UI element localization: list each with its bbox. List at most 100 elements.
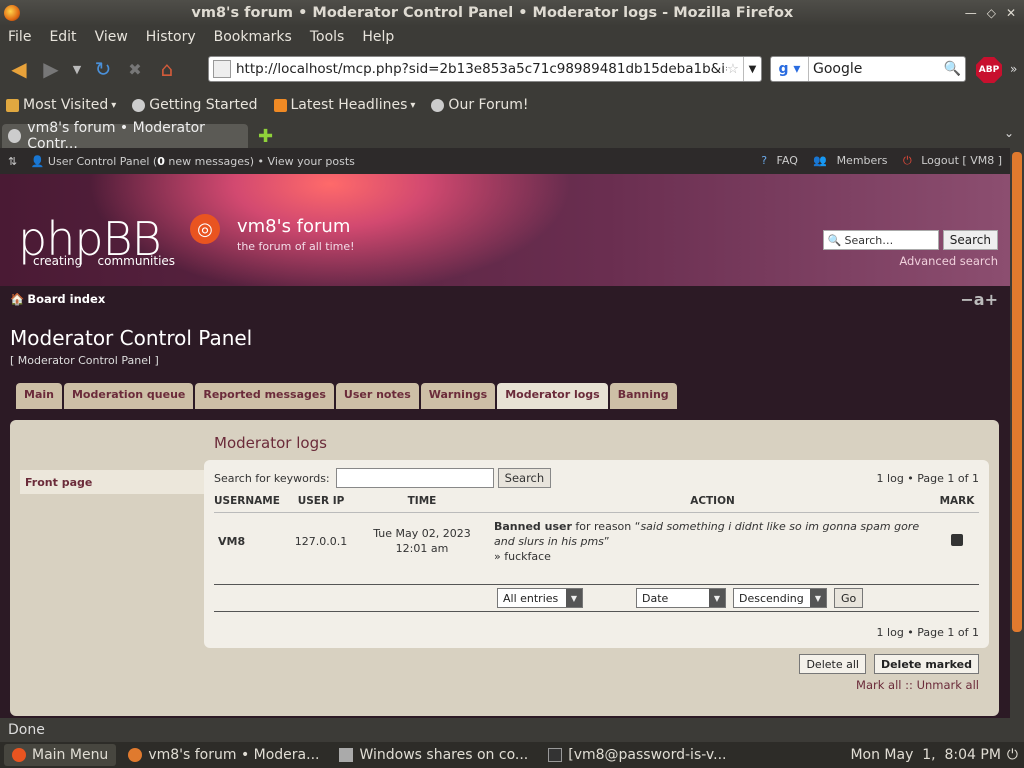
delete-marked-button[interactable]: Delete marked	[873, 654, 979, 674]
tab-reported-messages[interactable]: Reported messages	[195, 383, 334, 409]
url-dropdown-icon[interactable]: ▼	[743, 57, 761, 81]
bookmark-our-forum[interactable]: Our Forum!	[431, 97, 529, 113]
page-scrollbar[interactable]	[1010, 148, 1024, 718]
tab-favicon	[8, 129, 22, 143]
adblock-icon[interactable]: ABP	[976, 57, 1002, 83]
close-icon[interactable]: ✕	[1006, 6, 1016, 20]
main-menu-button[interactable]: Main Menu	[4, 744, 117, 766]
go-button[interactable]: Go	[834, 588, 864, 608]
site-identity-icon[interactable]	[213, 60, 231, 78]
members-icon: 👥	[813, 154, 828, 167]
menu-view[interactable]: View	[95, 29, 128, 45]
search-icon: 🔍	[827, 233, 842, 247]
mark-all-link[interactable]: Mark all	[856, 678, 901, 692]
terminal-icon	[548, 748, 563, 762]
col-mark: MARK	[935, 490, 979, 513]
menu-help[interactable]: Help	[362, 29, 394, 45]
minimize-icon[interactable]: —	[965, 6, 977, 20]
sort-key-select[interactable]: Date ▼	[636, 588, 726, 608]
clock[interactable]: Mon May 1, 8:04 PM	[850, 747, 1000, 763]
new-tab-icon[interactable]: ✚	[258, 126, 273, 147]
forum-search-button[interactable]: Search	[942, 230, 998, 250]
tab-warnings[interactable]: Warnings	[420, 383, 496, 409]
rss-icon	[273, 98, 287, 112]
tab-list-icon[interactable]: ⌄	[1004, 126, 1014, 140]
scrollbar-thumb[interactable]	[1012, 152, 1022, 632]
faq-link[interactable]: ? FAQ	[755, 154, 798, 167]
url-text[interactable]: http://localhost/mcp.php?sid=2b13e853a5c…	[236, 61, 727, 77]
home-icon[interactable]: ⌂	[154, 56, 180, 82]
power-icon[interactable]: ⏻	[1007, 747, 1018, 763]
col-username: USERNAME	[214, 490, 288, 513]
font-resize-icon[interactable]: −a+	[960, 290, 998, 309]
view-posts-link[interactable]: View your posts	[268, 155, 355, 168]
site-title: vm8's forum	[237, 216, 351, 237]
logo-tagline: creating communities	[33, 254, 176, 268]
chevron-down-icon: ▼	[810, 589, 826, 607]
page-subtitle[interactable]: [ Moderator Control Panel ]	[0, 352, 1010, 383]
log-username[interactable]: VM8	[214, 512, 288, 571]
bookmark-getting-started[interactable]: Getting Started	[132, 97, 258, 113]
tab-moderator-logs[interactable]: Moderator logs	[497, 383, 608, 409]
tab-main[interactable]: Main	[16, 383, 62, 409]
sort-dir-select[interactable]: Descending ▼	[733, 588, 827, 608]
task-windows-shares[interactable]: Windows shares on co...	[331, 744, 536, 766]
tab-banning[interactable]: Banning	[609, 383, 677, 409]
toolbar-overflow-icon[interactable]: »	[1010, 62, 1017, 76]
browser-search-bar[interactable]: g ▾ Google 🔍	[770, 56, 966, 82]
menu-bar: File Edit View History Bookmarks Tools H…	[0, 26, 1024, 48]
log-target: » fuckface	[494, 550, 551, 564]
task-firefox[interactable]: vm8's forum • Modera...	[120, 744, 327, 766]
ucp-link[interactable]: User Control Panel (0 new messages)	[48, 155, 254, 168]
keyword-search-button[interactable]: Search	[497, 468, 552, 488]
menu-edit[interactable]: Edit	[49, 29, 76, 45]
menu-history[interactable]: History	[146, 29, 196, 45]
back-icon[interactable]: ◀	[6, 56, 32, 82]
delete-all-button[interactable]: Delete all	[799, 654, 866, 674]
tab-user-notes[interactable]: User notes	[335, 383, 419, 409]
mark-links: Mark all :: Unmark all	[856, 678, 979, 692]
board-index-link[interactable]: Board index	[27, 292, 105, 306]
collapse-icon[interactable]: ⇅	[8, 155, 17, 168]
reload-icon[interactable]: ↻	[90, 56, 116, 82]
url-bar[interactable]: http://localhost/mcp.php?sid=2b13e853a5c…	[208, 56, 762, 82]
folder-icon	[339, 748, 354, 762]
tab-moderation-queue[interactable]: Moderation queue	[63, 383, 194, 409]
bookmark-star-icon[interactable]: ☆	[727, 61, 739, 77]
history-dropdown-icon[interactable]: ▼	[70, 56, 84, 82]
menu-tools[interactable]: Tools	[310, 29, 345, 45]
forward-icon[interactable]: ▶	[38, 56, 64, 82]
forum-search-input[interactable]: 🔍 Search…	[822, 230, 939, 250]
members-link[interactable]: 👥 Members	[807, 154, 887, 167]
bookmark-latest-headlines[interactable]: Latest Headlines ▾	[273, 97, 415, 113]
browser-search-input[interactable]: Google	[809, 61, 944, 77]
advanced-search-link[interactable]: Advanced search	[899, 254, 998, 268]
chevron-down-icon: ▼	[566, 589, 582, 607]
log-action: Banned user for reason “said something i…	[490, 512, 935, 571]
keyword-input[interactable]	[335, 468, 494, 488]
logs-container: Search for keywords: Search 1 log • Page…	[204, 460, 989, 648]
stop-icon[interactable]: ✖	[122, 56, 148, 82]
delete-buttons: Delete all Delete marked	[799, 654, 979, 674]
entries-select[interactable]: All entries ▼	[497, 588, 583, 608]
task-terminal[interactable]: [vm8@password-is-v...	[540, 744, 734, 766]
keyword-label: Search for keywords:	[214, 471, 330, 485]
ubuntu-menu-icon	[12, 748, 26, 762]
magnifier-icon[interactable]: 🔍	[944, 61, 961, 77]
bookmark-most-visited[interactable]: Most Visited ▾	[6, 97, 116, 113]
maximize-icon[interactable]: ◇	[987, 6, 996, 20]
tab-forum[interactable]: vm8's forum • Moderator Contr...	[2, 120, 248, 152]
unmark-all-link[interactable]: Unmark all	[917, 678, 979, 692]
menu-bookmarks[interactable]: Bookmarks	[214, 29, 292, 45]
firefox-icon	[4, 5, 20, 21]
mark-checkbox[interactable]	[951, 534, 963, 547]
sidemenu-front-page[interactable]: Front page	[20, 470, 206, 494]
search-engine-icon[interactable]: g ▾	[771, 57, 809, 81]
table-row: VM8 127.0.0.1 Tue May 02, 2023 12:01 am …	[214, 512, 979, 571]
menu-file[interactable]: File	[8, 29, 31, 45]
status-bar: Done	[0, 718, 1024, 742]
col-time: TIME	[354, 490, 490, 513]
page-title: Moderator Control Panel	[10, 326, 253, 350]
logout-link[interactable]: ⏻ Logout [ VM8 ]	[897, 154, 1002, 167]
page-icon	[431, 98, 445, 112]
